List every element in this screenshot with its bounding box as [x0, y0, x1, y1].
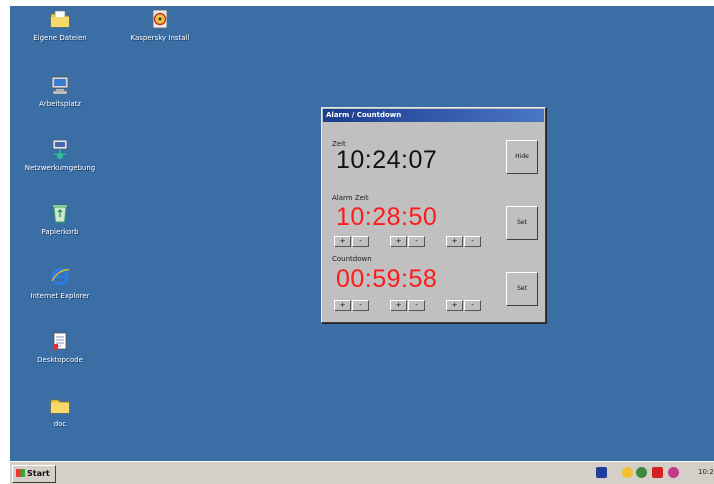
desktop-icon-internet-explorer[interactable]: Internet Explorer: [15, 266, 105, 301]
desktop-icon-doc-folder[interactable]: doc: [15, 394, 105, 429]
alert-icon[interactable]: [652, 467, 663, 478]
notepad-icon: [53, 332, 67, 350]
desktop-icon-label: Netzwerkumgebung: [24, 164, 96, 172]
start-label: Start: [27, 469, 50, 478]
desktop-icon-label: doc: [53, 420, 67, 428]
speaker-icon[interactable]: [668, 467, 679, 478]
alarm-second-minus-button[interactable]: -: [464, 236, 481, 247]
desktop-icon-my-computer[interactable]: Arbeitsplatz: [15, 74, 105, 109]
alarm-countdown-window: Alarm / Countdown Zeit 10:24:07 Hide Ala…: [321, 107, 546, 323]
taskbar-clock[interactable]: 10:24: [698, 468, 714, 476]
desktop-icon-label: Arbeitsplatz: [39, 100, 81, 108]
alarm-second-plus-button[interactable]: +: [446, 236, 463, 247]
desktop-icon-label: Papierkorb: [41, 228, 79, 236]
desktop-icon-my-documents[interactable]: Eigene Dateien: [15, 8, 105, 43]
windows-logo-icon: [16, 469, 25, 477]
alarm-set-button[interactable]: Set: [506, 206, 538, 240]
countdown-hour-minus-button[interactable]: -: [352, 300, 369, 311]
network-icon[interactable]: [596, 467, 607, 478]
alarm-minute-minus-button[interactable]: -: [408, 236, 425, 247]
desktop-icon-label: Internet Explorer: [30, 292, 90, 300]
desktop-icon-network[interactable]: Netzwerkumgebung: [15, 138, 105, 173]
countdown-display: 00:59:58: [336, 265, 438, 293]
alarm-hour-plus-button[interactable]: +: [334, 236, 351, 247]
countdown-label: Countdown: [332, 255, 372, 263]
taskbar: Start 10:24: [10, 461, 714, 484]
antivirus-icon[interactable]: [636, 467, 647, 478]
countdown-set-button[interactable]: Set: [506, 272, 538, 306]
countdown-second-plus-button[interactable]: +: [446, 300, 463, 311]
countdown-hour-plus-button[interactable]: +: [334, 300, 351, 311]
recycle-bin-icon: [53, 205, 67, 223]
countdown-second-minus-button[interactable]: -: [464, 300, 481, 311]
system-tray: 10:24: [592, 464, 714, 482]
desktop-icon-label: Desktopcode: [37, 356, 83, 364]
desktop-icon-recycle-bin[interactable]: Papierkorb: [15, 202, 105, 237]
internet-explorer-icon: [51, 268, 70, 286]
network-places-icon: [52, 139, 68, 159]
screen: Eigene Dateien Arbeitsplatz Netzwerkumge…: [0, 0, 714, 484]
cd-icon: [152, 9, 168, 29]
my-computer-icon: [51, 76, 69, 95]
alarm-hour-minus-button[interactable]: -: [352, 236, 369, 247]
start-button[interactable]: Start: [12, 465, 56, 483]
folder-icon: [50, 399, 70, 414]
desktop-icon-label: Eigene Dateien: [33, 34, 87, 42]
desktop-icon-desktopcode[interactable]: Desktopcode: [15, 330, 105, 365]
alarm-minute-plus-button[interactable]: +: [390, 236, 407, 247]
current-time-display: 10:24:07: [336, 146, 438, 174]
desktop-icon-label: Kaspersky Install: [130, 34, 190, 42]
hide-button[interactable]: Hide: [506, 140, 538, 174]
window-titlebar[interactable]: Alarm / Countdown: [323, 109, 544, 122]
alarm-label: Alarm Zeit: [332, 194, 369, 202]
folder-documents-icon: [50, 10, 70, 28]
alarm-time-display: 10:28:50: [336, 203, 438, 231]
desktop-icon-kaspersky[interactable]: Kaspersky Install: [115, 8, 205, 43]
shield-icon[interactable]: [622, 467, 633, 478]
countdown-minute-plus-button[interactable]: +: [390, 300, 407, 311]
countdown-minute-minus-button[interactable]: -: [408, 300, 425, 311]
